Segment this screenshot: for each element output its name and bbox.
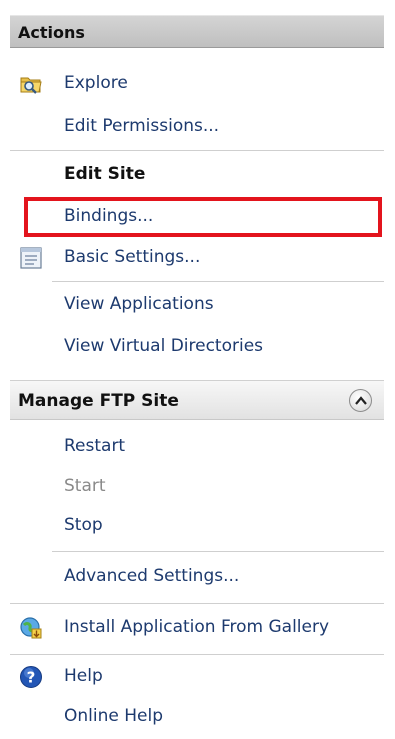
explore-action[interactable]: Explore [10,70,384,98]
actions-panel: Actions Explore Edit Permissions... Edit… [0,0,395,739]
stop-label: Stop [64,515,103,535]
online-help-action[interactable]: Online Help [10,703,384,731]
settings-sheet-icon [19,246,43,270]
bindings-label: Bindings... [64,206,154,226]
restart-label: Restart [64,436,126,456]
advanced-settings-action[interactable]: Advanced Settings... [10,563,384,591]
gallery-install-icon [19,616,43,640]
basic-settings-label: Basic Settings... [64,247,201,267]
separator [52,551,384,552]
start-label: Start [64,476,106,496]
edit-permissions-action[interactable]: Edit Permissions... [10,113,384,141]
restart-action[interactable]: Restart [10,433,384,461]
install-from-gallery-action[interactable]: Install Application From Gallery [10,614,384,642]
bindings-action[interactable]: Bindings... [10,203,384,231]
edit-permissions-label: Edit Permissions... [64,116,220,136]
install-from-gallery-label: Install Application From Gallery [64,617,330,637]
explore-label: Explore [64,73,128,93]
help-label: Help [64,666,103,686]
chevron-up-icon [355,396,367,405]
help-action[interactable]: ? Help [10,663,384,691]
view-applications-label: View Applications [64,294,214,314]
manage-ftp-site-header[interactable]: Manage FTP Site [10,380,384,420]
actions-title: Actions [18,23,85,42]
separator [10,150,384,151]
edit-site-heading: Edit Site [10,161,384,189]
separator [10,603,384,604]
separator [52,281,384,282]
stop-action[interactable]: Stop [10,512,384,540]
basic-settings-action[interactable]: Basic Settings... [10,244,384,272]
separator [10,654,384,655]
view-applications-action[interactable]: View Applications [10,291,384,319]
edit-site-label: Edit Site [64,164,146,184]
view-virtual-directories-action[interactable]: View Virtual Directories [10,333,384,361]
start-action: Start [10,473,384,501]
collapse-section-button[interactable] [349,389,372,412]
online-help-label: Online Help [64,706,163,726]
advanced-settings-label: Advanced Settings... [64,566,240,586]
manage-ftp-site-title: Manage FTP Site [18,391,179,411]
view-virtual-directories-label: View Virtual Directories [64,336,264,356]
actions-header: Actions [10,15,384,48]
svg-text:?: ? [27,669,36,687]
folder-search-icon [19,72,43,96]
help-icon: ? [19,665,43,689]
